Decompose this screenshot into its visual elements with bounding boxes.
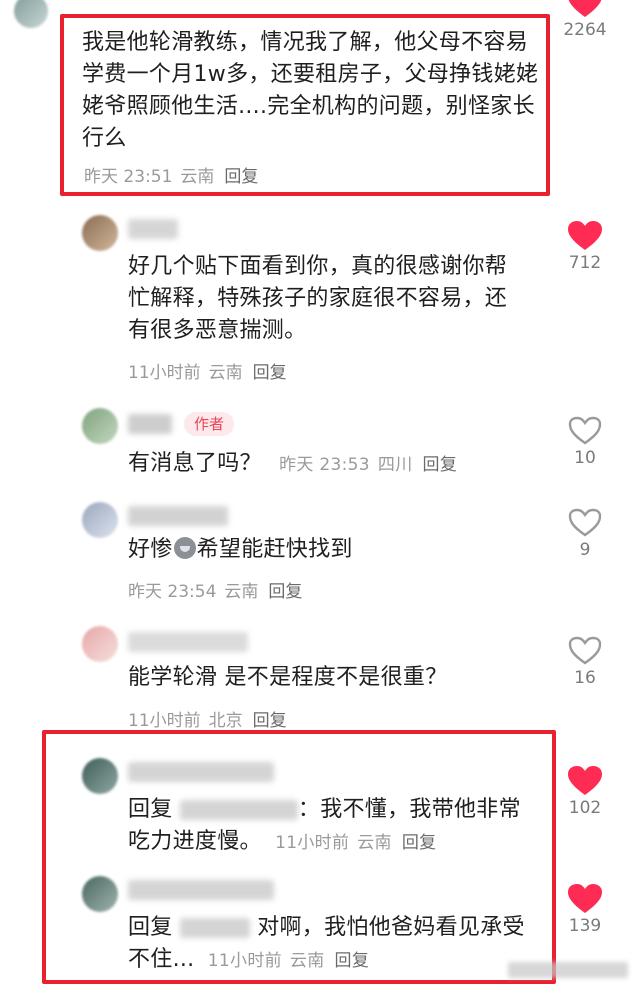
avatar[interactable]	[82, 876, 118, 912]
comment-item[interactable]: 作者 有消息了吗？ 昨天 23:53 四川 回复 10	[0, 400, 640, 492]
comment-location: 云南	[224, 582, 259, 602]
reply-button[interactable]: 回复	[335, 951, 370, 971]
avatar[interactable]	[14, 0, 48, 28]
comment-location: 云南	[180, 167, 215, 187]
like-button[interactable]: 16	[560, 636, 610, 688]
heart-icon	[568, 0, 602, 17]
like-count: 10	[574, 448, 596, 468]
heart-outline-icon	[568, 508, 602, 537]
comment-body-end: 希望能赶快找到	[196, 537, 353, 562]
heart-icon	[568, 221, 602, 250]
comment-meta: 昨天 23:51 云南 回复	[84, 162, 258, 187]
comment-item[interactable]: 能学轮滑 是不是程度不是很重？ 11小时前 北京 回复 16	[0, 618, 640, 731]
comment-text: 回复 ：我不懂，我带他非常吃力进度慢。 11小时前 云南 回复	[128, 794, 538, 859]
comment-meta: 11小时前 云南 回复	[275, 833, 436, 853]
like-count: 9	[579, 540, 591, 560]
avatar[interactable]	[82, 502, 118, 538]
comment-item[interactable]: 好惨 希望能赶快找到 昨天 23:54 云南 回复 9	[0, 496, 640, 606]
reply-button[interactable]: 回复	[423, 455, 458, 475]
like-button[interactable]: 2264	[560, 0, 610, 40]
comment-location: 云南	[289, 951, 325, 971]
comment-time: 昨天 23:51	[84, 167, 173, 187]
comment-meta: 11小时前 北京 回复	[128, 706, 287, 731]
comment-text: 有消息了吗？ 昨天 23:53 四川 回复	[128, 448, 548, 481]
avatar[interactable]	[82, 215, 118, 251]
heart-icon	[568, 884, 602, 913]
like-count: 102	[568, 798, 602, 818]
comment-text: 我是他轮滑教练，情况我了解，他父母不容易学费一个月1w多，还要租房子，父母挣钱姥…	[82, 30, 539, 151]
like-count: 712	[568, 253, 602, 273]
reply-button[interactable]: 回复	[253, 363, 287, 383]
comment-meta: 11小时前 云南 回复	[128, 358, 287, 383]
like-button[interactable]: 10	[560, 416, 610, 468]
reply-prefix: 回复	[128, 797, 173, 822]
comment-location: 云南	[357, 833, 392, 853]
comment-body: 有消息了吗？	[128, 451, 262, 476]
comment-item[interactable]: 我是他轮滑教练，情况我了解，他父母不容易学费一个月1w多，还要租房子，父母挣钱姥…	[0, 0, 640, 200]
like-count: 2264	[563, 20, 607, 40]
heart-icon	[568, 766, 602, 795]
comment-location: 云南	[208, 363, 243, 383]
comment-body-start: 好惨	[128, 537, 173, 562]
username-blurred	[128, 219, 178, 239]
comment-meta: 昨天 23:53 四川 回复	[279, 455, 457, 475]
like-count: 139	[568, 916, 602, 936]
like-count: 16	[574, 668, 596, 688]
crying-face-icon	[173, 537, 196, 559]
reply-button[interactable]: 回复	[268, 582, 302, 602]
comment-meta: 11小时前 云南 回复	[208, 951, 369, 971]
comment-item[interactable]: 好几个贴下面看到你，真的很感谢你帮忙解释，特殊孩子的家庭很不容易，还有很多恶意揣…	[0, 205, 640, 395]
avatar[interactable]	[82, 408, 118, 444]
mentioned-user-blurred	[179, 918, 250, 938]
comment-text: 能学轮滑 是不是程度不是很重？	[128, 665, 448, 690]
comment-text: 好几个贴下面看到你，真的很感谢你帮忙解释，特殊孩子的家庭很不容易，还有很多恶意揣…	[128, 254, 508, 343]
comment-location: 北京	[208, 711, 243, 731]
username-blurred	[128, 632, 248, 652]
author-badge: 作者	[184, 412, 235, 436]
username-blurred	[128, 506, 228, 526]
reply-prefix: 回复	[128, 915, 173, 940]
comment-time: 11小时前	[207, 951, 282, 971]
comment-text: 回复 对啊，我怕他爸妈看见承受不住... 11小时前 云南 回复	[128, 912, 528, 977]
comment-time: 11小时前	[128, 363, 201, 383]
comment-text: 好惨 希望能赶快找到	[128, 534, 548, 566]
comment-time: 11小时前	[275, 833, 350, 853]
username-blurred	[128, 762, 274, 782]
avatar[interactable]	[82, 758, 118, 794]
comment-item[interactable]: 回复 ：我不懂，我带他非常吃力进度慢。 11小时前 云南 回复 102	[0, 750, 640, 860]
reply-button[interactable]: 回复	[224, 167, 258, 187]
heart-outline-icon	[568, 416, 602, 445]
like-button[interactable]: 102	[560, 766, 610, 818]
like-button[interactable]: 9	[560, 508, 610, 560]
heart-outline-icon	[568, 636, 602, 665]
username-blurred	[128, 414, 172, 434]
comment-time: 昨天 23:54	[128, 582, 217, 602]
comment-time: 11小时前	[128, 711, 201, 731]
reply-button[interactable]: 回复	[253, 711, 287, 731]
watermark-blurred	[508, 962, 628, 978]
like-button[interactable]: 139	[560, 884, 610, 936]
reply-button[interactable]: 回复	[402, 833, 437, 853]
comment-meta: 昨天 23:54 云南 回复	[128, 577, 302, 602]
avatar[interactable]	[82, 626, 118, 662]
like-button[interactable]: 712	[560, 221, 610, 273]
comment-time: 昨天 23:53	[279, 455, 370, 475]
mentioned-user-blurred	[179, 800, 298, 820]
comment-location: 四川	[377, 455, 413, 475]
username-blurred	[128, 880, 274, 900]
